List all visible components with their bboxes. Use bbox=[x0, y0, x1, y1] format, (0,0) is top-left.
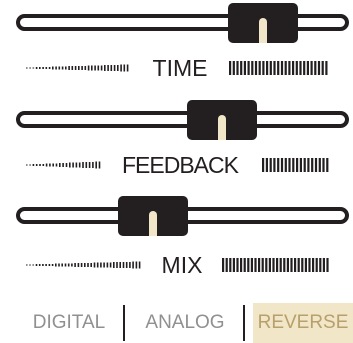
time-right-meter bbox=[229, 53, 329, 83]
time-left-meter-graphic bbox=[26, 64, 129, 72]
mode-digital[interactable]: DIGITAL bbox=[26, 303, 112, 343]
mix-slider[interactable] bbox=[0, 196, 353, 236]
feedback-left-meter-graphic bbox=[26, 161, 101, 169]
time-slider[interactable] bbox=[0, 3, 353, 43]
time-slider-thumb-indicator bbox=[259, 18, 267, 43]
mix-right-meter bbox=[222, 250, 330, 280]
feedback-slider-thumb-indicator bbox=[218, 115, 226, 140]
time-right-meter-graphic bbox=[229, 61, 328, 75]
mode-divider bbox=[243, 305, 245, 341]
mix-left-meter-graphic bbox=[26, 261, 141, 269]
mix-slider-thumb-indicator bbox=[149, 211, 157, 236]
mix-left-meter bbox=[26, 250, 142, 280]
mix-label: MIX bbox=[161, 252, 203, 278]
mix-right-meter-graphic bbox=[222, 258, 329, 272]
time-slider-thumb[interactable] bbox=[228, 3, 298, 43]
time-slider-track[interactable] bbox=[16, 14, 349, 31]
feedback-label-row: FEEDBACK bbox=[0, 150, 353, 180]
time-label: TIME bbox=[152, 55, 208, 81]
mix-slider-thumb[interactable] bbox=[118, 196, 188, 236]
feedback-slider[interactable] bbox=[0, 100, 353, 140]
mode-reverse[interactable]: REVERSE bbox=[253, 303, 353, 343]
mode-analog[interactable]: ANALOG bbox=[137, 303, 233, 343]
feedback-left-meter bbox=[26, 150, 102, 180]
feedback-label: FEEDBACK bbox=[122, 152, 239, 178]
mode-divider bbox=[123, 305, 125, 341]
feedback-right-meter bbox=[262, 150, 330, 180]
feedback-slider-track[interactable] bbox=[16, 111, 349, 128]
mix-label-row: MIX bbox=[0, 250, 353, 280]
feedback-right-meter-graphic bbox=[262, 158, 329, 172]
mode-selector: DIGITAL ANALOG REVERSE bbox=[0, 303, 353, 343]
time-left-meter bbox=[26, 53, 130, 83]
time-label-row: TIME bbox=[0, 53, 353, 83]
feedback-slider-thumb[interactable] bbox=[187, 100, 257, 140]
